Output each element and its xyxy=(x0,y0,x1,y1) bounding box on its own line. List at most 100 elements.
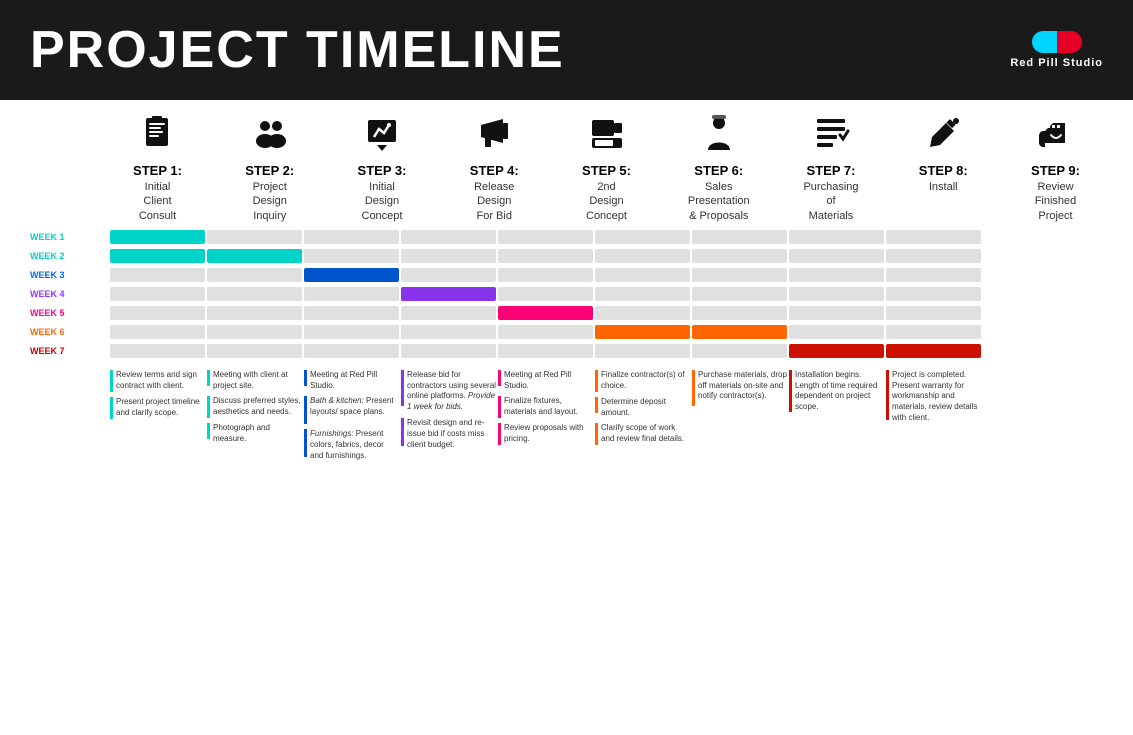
note-3-3-text: Furnishings: Present colors, fabrics, de… xyxy=(310,429,399,461)
step-8-number: STEP 8: xyxy=(919,163,968,178)
week-4-label: WEEK 4 xyxy=(30,289,105,299)
note-2-2-text: Discuss preferred styles, aesthetics and… xyxy=(213,396,302,418)
note-col-7: Purchase materials, drop off materials o… xyxy=(692,370,787,467)
note-col-8: Installation begins. Length of time requ… xyxy=(789,370,884,467)
week-1-bar-7 xyxy=(692,230,787,244)
week-6-bar-5 xyxy=(498,325,593,339)
week-1-bar-3 xyxy=(304,230,399,244)
week-6-bar-4 xyxy=(401,325,496,339)
note-3-3: Furnishings: Present colors, fabrics, de… xyxy=(304,429,399,461)
week-4-bar-4 xyxy=(401,287,496,301)
note-2-3-bar xyxy=(207,423,210,439)
note-5-1-bar xyxy=(498,370,501,386)
header: PROJECT TIMELINE Red Pill Studio xyxy=(0,0,1133,100)
week-3-bar-6 xyxy=(595,268,690,282)
note-col-3: Meeting at Red Pill Studio. Bath & kitch… xyxy=(304,370,399,467)
step-7-icon xyxy=(812,115,850,159)
logo-text: Red Pill Studio xyxy=(1010,57,1103,69)
week-7-bar-5 xyxy=(498,344,593,358)
note-7-1-bar xyxy=(692,370,695,406)
step-2-icon xyxy=(251,115,289,159)
note-3-1-text: Meeting at Red Pill Studio. xyxy=(310,370,399,392)
week-1-bars xyxy=(110,230,1103,244)
gantt-section: WEEK 1 WEEK 2 xyxy=(20,229,1113,359)
logo-pill-left xyxy=(1032,31,1057,53)
week-4-bar-8 xyxy=(789,287,884,301)
page-title: PROJECT TIMELINE xyxy=(30,20,565,80)
note-8-1-bar xyxy=(789,370,792,412)
step-2: STEP 2: ProjectDesignInquiry xyxy=(222,115,317,223)
week-4-bar-3 xyxy=(304,287,399,301)
week-3-bars xyxy=(110,268,1103,282)
step-9-icon xyxy=(1037,115,1075,159)
note-col-6: Finalize contractor(s) of choice. Determ… xyxy=(595,370,690,467)
week-2-bar-2 xyxy=(207,249,302,263)
week-7-bar-2 xyxy=(207,344,302,358)
week-5-row: WEEK 5 xyxy=(110,305,1103,321)
week-6-bar-6 xyxy=(595,325,690,339)
week-3-bar-2 xyxy=(207,268,302,282)
note-6-3: Clarify scope of work and review final d… xyxy=(595,423,690,445)
week-3-bar-7 xyxy=(692,268,787,282)
step-6: STEP 6: SalesPresentation& Proposals xyxy=(671,115,766,223)
note-5-3-bar xyxy=(498,423,501,445)
step-7: STEP 7: PurchasingofMaterials xyxy=(784,115,879,223)
note-6-1-text: Finalize contractor(s) of choice. xyxy=(601,370,690,392)
note-1-1-bar xyxy=(110,370,113,392)
step-6-number: STEP 6: xyxy=(694,163,743,178)
week-6-bar-3 xyxy=(304,325,399,339)
note-4-1-text: Release bid for contractors using severa… xyxy=(407,370,496,413)
week-3-bar-8 xyxy=(789,268,884,282)
step-8: STEP 8: Install xyxy=(896,115,991,194)
week-4-bars xyxy=(110,287,1103,301)
step-1-icon xyxy=(139,115,177,159)
note-6-3-bar xyxy=(595,423,598,445)
week-5-bars xyxy=(110,306,1103,320)
note-1-1-text: Review terms and sign contract with clie… xyxy=(116,370,205,392)
week-6-bar-2 xyxy=(207,325,302,339)
week-6-bar-1 xyxy=(110,325,205,339)
note-9-1: Project is completed. Present warranty f… xyxy=(886,370,981,424)
week-6-bar-8 xyxy=(789,325,884,339)
note-7-1-text: Purchase materials, drop off materials o… xyxy=(698,370,787,402)
week-7-bar-7 xyxy=(692,344,787,358)
note-4-1: Release bid for contractors using severa… xyxy=(401,370,496,413)
note-4-1-bar xyxy=(401,370,404,406)
week-2-bar-7 xyxy=(692,249,787,263)
note-4-2: Revisit design and re-issue bid if costs… xyxy=(401,418,496,450)
week-5-bar-7 xyxy=(692,306,787,320)
main-content: STEP 1: InitialClientConsult STEP 2: Pro… xyxy=(0,100,1133,735)
week-1-bar-2 xyxy=(207,230,302,244)
note-8-1-text: Installation begins. Length of time requ… xyxy=(795,370,884,413)
note-1-2-text: Present project timeline and clarify sco… xyxy=(116,397,205,419)
week-7-bar-8 xyxy=(789,344,884,358)
note-5-2-text: Finalize fixtures, materials and layout. xyxy=(504,396,593,418)
week-7-bar-1 xyxy=(110,344,205,358)
note-col-4: Release bid for contractors using severa… xyxy=(401,370,496,467)
week-1-bar-5 xyxy=(498,230,593,244)
step-4: STEP 4: ReleaseDesignFor Bid xyxy=(447,115,542,223)
logo-pill xyxy=(1032,31,1082,53)
week-3-row: WEEK 3 xyxy=(110,267,1103,283)
step-3-number: STEP 3: xyxy=(358,163,407,178)
week-7-row: WEEK 7 xyxy=(110,343,1103,359)
week-2-bar-9 xyxy=(886,249,981,263)
note-3-2-bar xyxy=(304,396,307,424)
step-3-icon xyxy=(363,115,401,159)
note-6-3-text: Clarify scope of work and review final d… xyxy=(601,423,690,445)
logo-pill-right xyxy=(1057,31,1082,53)
week-6-bars xyxy=(110,325,1103,339)
week-5-bar-5 xyxy=(498,306,593,320)
note-5-1: Meeting at Red Pill Studio. xyxy=(498,370,593,392)
note-8-1: Installation begins. Length of time requ… xyxy=(789,370,884,413)
week-1-bar-9 xyxy=(886,230,981,244)
step-7-number: STEP 7: xyxy=(807,163,856,178)
note-2-1-text: Meeting with client at project site. xyxy=(213,370,302,392)
note-6-2: Determine deposit amount. xyxy=(595,397,690,419)
week-5-bar-8 xyxy=(789,306,884,320)
step-7-label: PurchasingofMaterials xyxy=(803,180,858,223)
week-3-bar-5 xyxy=(498,268,593,282)
step-5-label: 2ndDesignConcept xyxy=(586,180,627,223)
note-6-1: Finalize contractor(s) of choice. xyxy=(595,370,690,392)
note-5-2: Finalize fixtures, materials and layout. xyxy=(498,396,593,418)
